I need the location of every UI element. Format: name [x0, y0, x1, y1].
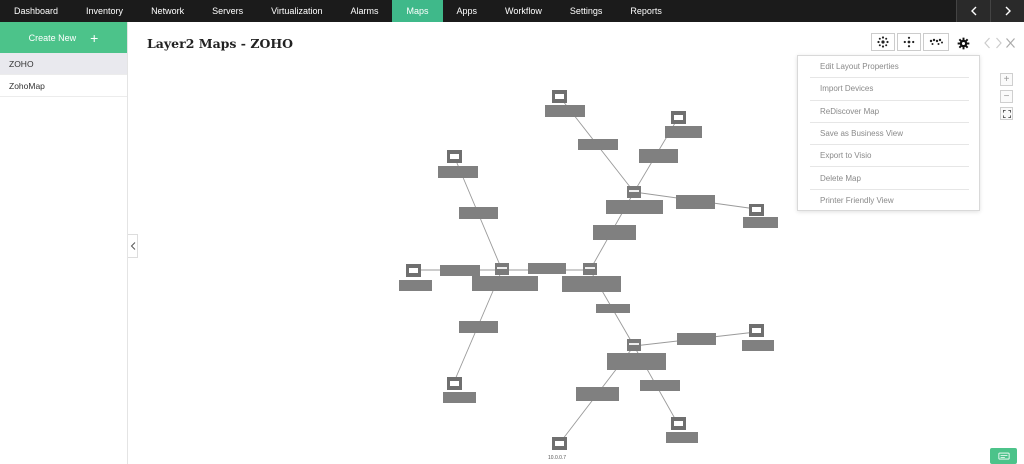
fit-screen-icon: [1002, 109, 1011, 118]
chat-support-button[interactable]: [990, 448, 1017, 464]
nav-settings[interactable]: Settings: [556, 0, 617, 22]
device-node-bottom-left[interactable]: [443, 377, 476, 403]
nav-dashboard[interactable]: Dashboard: [0, 0, 72, 22]
settings-gear-button[interactable]: [955, 35, 971, 51]
device-label-bottom: 10.0.0.7: [548, 455, 567, 461]
maps-sidebar: Create New + ZOHO ZohoMap: [0, 22, 128, 464]
nav-workflow[interactable]: Workflow: [491, 0, 556, 22]
link-label: [576, 387, 619, 401]
device-node-right-lower[interactable]: [742, 324, 774, 351]
previous-map-button[interactable]: [982, 36, 993, 49]
hierarchy-layout-icon: [929, 38, 943, 45]
menu-item-rediscover-map[interactable]: ReDiscover Map: [810, 101, 969, 123]
close-icon: [1006, 38, 1015, 48]
next-map-button[interactable]: [993, 36, 1004, 49]
link-label: [459, 321, 498, 333]
device-node-hub-upper[interactable]: [606, 186, 663, 214]
star-layout-icon: [903, 36, 915, 48]
gear-icon: [957, 37, 969, 49]
link-label: [459, 207, 498, 219]
nav-inventory[interactable]: Inventory: [72, 0, 137, 22]
page-title: Layer2 Maps - ZOHO: [147, 36, 294, 51]
sidebar-item-zohomap[interactable]: ZohoMap: [0, 75, 127, 97]
close-map-button[interactable]: [1005, 36, 1016, 48]
chevron-left-icon: [970, 6, 976, 16]
menu-item-import-devices[interactable]: Import Devices: [810, 78, 969, 101]
device-node-hub-center[interactable]: [562, 263, 621, 292]
link-label: [639, 149, 678, 163]
chevron-right-icon: [1005, 6, 1011, 16]
link-label: [593, 225, 636, 240]
zoom-in-button[interactable]: +: [1000, 73, 1013, 86]
menu-item-printer-friendly-view[interactable]: Printer Friendly View: [810, 190, 969, 212]
plus-icon: +: [90, 29, 99, 46]
nav-reports[interactable]: Reports: [616, 0, 676, 22]
chevron-left-icon: [984, 37, 990, 49]
nav-apps[interactable]: Apps: [443, 0, 492, 22]
nav-network[interactable]: Network: [137, 0, 198, 22]
nav-alarms[interactable]: Alarms: [336, 0, 392, 22]
nav-scroll-right-button[interactable]: [990, 0, 1024, 22]
device-node-top-right[interactable]: [665, 111, 702, 138]
nav-virtualization[interactable]: Virtualization: [257, 0, 336, 22]
app-window: Dashboard Inventory Network Servers Virt…: [0, 0, 1024, 464]
nav-scroll-controls: [956, 0, 1024, 22]
link-label: [440, 265, 480, 276]
link-label: [578, 139, 618, 150]
radial-layout-icon: [877, 36, 889, 48]
layout-radial-button[interactable]: [871, 33, 895, 51]
layout-hierarchical-button[interactable]: [923, 33, 949, 51]
nav-maps[interactable]: Maps: [392, 0, 443, 22]
chevron-right-icon: [996, 37, 1002, 49]
top-navigation-bar: Dashboard Inventory Network Servers Virt…: [0, 0, 1024, 22]
menu-item-edit-layout-properties[interactable]: Edit Layout Properties: [810, 56, 969, 79]
link-label: [640, 380, 680, 391]
menu-item-delete-map[interactable]: Delete Map: [810, 167, 969, 190]
zoom-out-button[interactable]: −: [1000, 90, 1013, 103]
device-node-top-left[interactable]: [438, 150, 478, 178]
link-label: [677, 333, 716, 345]
chat-icon: [997, 452, 1010, 459]
fit-to-screen-button[interactable]: [1000, 107, 1013, 120]
sidebar-item-zoho[interactable]: ZOHO: [0, 53, 127, 75]
layout-star-button[interactable]: [897, 33, 921, 51]
device-node-bottom[interactable]: [552, 437, 567, 450]
settings-dropdown-menu: Edit Layout Properties Import Devices Re…: [797, 55, 980, 211]
menu-item-export-to-visio[interactable]: Export to Visio: [810, 145, 969, 168]
menu-item-save-as-business-view[interactable]: Save as Business View: [810, 123, 969, 146]
link-label: [596, 304, 630, 313]
create-new-label: Create New: [28, 32, 77, 43]
nav-scroll-left-button[interactable]: [956, 0, 990, 22]
create-new-button[interactable]: Create New +: [0, 22, 127, 53]
nav-servers[interactable]: Servers: [198, 0, 257, 22]
device-node-bottom-right[interactable]: [666, 417, 698, 443]
device-node-left[interactable]: [399, 264, 432, 291]
link-label: [676, 195, 715, 209]
link-label: [528, 263, 566, 274]
